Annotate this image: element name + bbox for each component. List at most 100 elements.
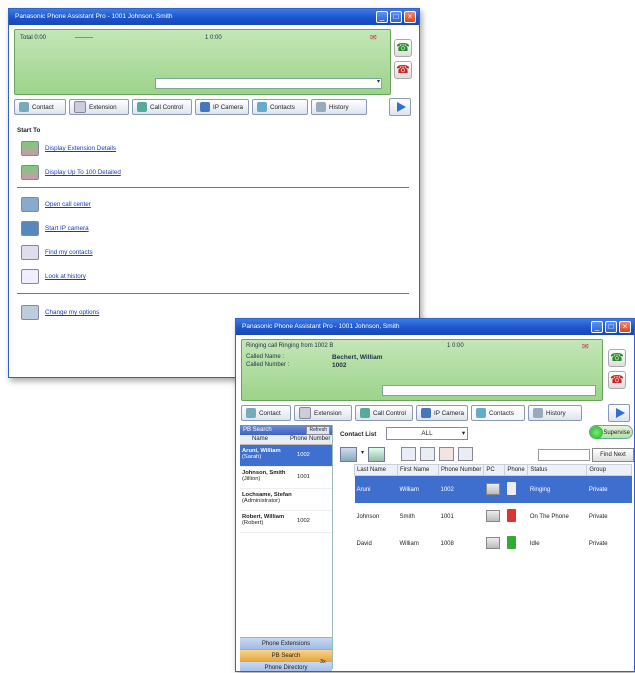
- column-header[interactable]: Group: [586, 464, 632, 476]
- tab-ip-camera[interactable]: IP Camera: [195, 99, 249, 115]
- edit-contact-icon[interactable]: [420, 447, 436, 461]
- toolbar: ▾: [340, 447, 474, 462]
- refresh-button[interactable]: Refresh: [306, 426, 330, 435]
- camera-icon: [200, 102, 210, 112]
- column-header[interactable]: Phone: [504, 464, 529, 476]
- next-button[interactable]: [389, 98, 411, 116]
- find-input[interactable]: [538, 449, 590, 461]
- name-column-header[interactable]: Name: [240, 435, 290, 444]
- caller-number-label: Called Number :: [246, 362, 290, 368]
- close-button[interactable]: ×: [404, 11, 416, 23]
- table-header: Last Name First Name Phone Number PC Pho…: [354, 464, 632, 476]
- column-header[interactable]: Last Name: [354, 464, 398, 476]
- column-header[interactable]: First Name: [397, 464, 439, 476]
- table-row[interactable]: David William 1008 Idle Private: [355, 530, 632, 557]
- tab-extension[interactable]: Extension: [69, 99, 129, 115]
- tab-call-control[interactable]: Call Control: [355, 405, 413, 421]
- main-window-front: Panasonic Phone Assistant Pro - 1001 Joh…: [235, 318, 635, 672]
- column-header[interactable]: Phone Number: [437, 464, 485, 476]
- task-item[interactable]: Display Extension Details: [21, 141, 116, 156]
- view-icon[interactable]: [340, 447, 357, 462]
- next-button[interactable]: [608, 404, 630, 422]
- list-item[interactable]: Aruni, William (Sarah) 1002: [240, 445, 332, 467]
- add-contact-icon[interactable]: [401, 447, 417, 461]
- contacts-icon: [257, 102, 267, 112]
- delete-contact-icon[interactable]: [439, 447, 455, 461]
- camera-icon: [21, 221, 39, 236]
- left-panel-header: PB Search Refresh: [240, 425, 332, 435]
- phone-column-header[interactable]: Phone Number: [290, 435, 332, 444]
- window-title: Panasonic Phone Assistant Pro - 1001 Joh…: [242, 323, 400, 330]
- title-bar[interactable]: Panasonic Phone Assistant Pro - 1001 Joh…: [9, 9, 419, 25]
- tab-history[interactable]: History: [528, 405, 582, 421]
- phone-directory-button[interactable]: Phone Directory: [240, 661, 332, 671]
- dropdown-arrow-icon[interactable]: ▾: [377, 78, 380, 85]
- extension-icon: [299, 407, 311, 419]
- supervise-button[interactable]: Supervise: [589, 425, 633, 439]
- caller-name-label: Called Name :: [246, 354, 285, 360]
- contacts-table: Last Name First Name Phone Number PC Pho…: [354, 464, 632, 557]
- left-panel: PB Search Refresh Name Phone Number Arun…: [240, 425, 333, 671]
- ringing-status: Ringing call Ringing from 1002 B: [246, 343, 334, 349]
- task-item[interactable]: Open call center: [21, 197, 91, 212]
- dash-text: ———: [75, 35, 93, 41]
- tab-contacts[interactable]: Contacts: [471, 405, 525, 421]
- list-item[interactable]: Robert, William (Robert) 1002: [240, 511, 332, 533]
- hangup-phone-icon[interactable]: ☎: [608, 371, 626, 389]
- tab-contact[interactable]: Contact: [241, 405, 291, 421]
- caller-number: 1002: [332, 362, 347, 369]
- chevron-down-icon[interactable]: ▾: [361, 447, 364, 462]
- history-icon: [316, 102, 326, 112]
- page-indicator: 3x: [320, 659, 326, 665]
- maximize-button[interactable]: □: [605, 321, 617, 333]
- answer-phone-icon[interactable]: ☎: [394, 39, 412, 57]
- tab-ip-camera[interactable]: IP Camera: [416, 405, 468, 421]
- task-item[interactable]: Start IP camera: [21, 221, 89, 236]
- task-item[interactable]: Find my contacts: [21, 245, 93, 260]
- tab-contacts[interactable]: Contacts: [252, 99, 308, 115]
- tab-history[interactable]: History: [311, 99, 367, 115]
- function-tabs: Contact Extension Call Control IP Camera…: [14, 99, 367, 115]
- close-button[interactable]: ×: [619, 321, 631, 333]
- column-header[interactable]: PC: [483, 464, 506, 476]
- contact-list-select[interactable]: ALL ▾: [386, 427, 468, 440]
- list-item[interactable]: Lochsame, Stefan (Administrator): [240, 489, 332, 511]
- find-next-button[interactable]: Find Next: [592, 448, 634, 462]
- phone-icon: [137, 102, 147, 112]
- mail-icon[interactable]: ✉: [370, 33, 377, 42]
- contact-icon: [246, 408, 256, 418]
- import-icon[interactable]: [458, 447, 474, 461]
- task-item[interactable]: Change my options: [21, 305, 99, 320]
- camera-icon: [421, 408, 431, 418]
- phone-ringing-icon: [506, 482, 516, 495]
- table-row[interactable]: Johnson Smith 1001 On The Phone Private: [355, 503, 632, 530]
- minimize-button[interactable]: _: [376, 11, 388, 23]
- options-icon: [21, 305, 39, 320]
- window-title: Panasonic Phone Assistant Pro - 1001 Joh…: [15, 13, 173, 20]
- hangup-phone-icon[interactable]: ☎: [394, 61, 412, 79]
- minimize-button[interactable]: _: [591, 321, 603, 333]
- list-item[interactable]: Johnson, Smith (Jillion) 1001: [240, 467, 332, 489]
- answer-phone-icon[interactable]: ☎: [608, 349, 626, 367]
- extension-icon: [74, 101, 86, 113]
- maximize-button[interactable]: □: [390, 11, 402, 23]
- task-item[interactable]: Display Up To 100 Detailed: [21, 165, 121, 180]
- pc-icon: [485, 536, 500, 549]
- title-bar[interactable]: Panasonic Phone Assistant Pro - 1001 Joh…: [236, 319, 634, 335]
- contacts-icon: [21, 245, 39, 260]
- history-icon: [21, 269, 39, 284]
- table-row[interactable]: Aruni William 1002 Ringing Private: [354, 475, 632, 503]
- caller-name: Bechert, William: [332, 354, 383, 361]
- edit-icon[interactable]: [368, 447, 386, 462]
- dial-input[interactable]: [155, 78, 382, 89]
- tab-contact[interactable]: Contact: [14, 99, 66, 115]
- mail-icon[interactable]: ✉: [582, 342, 589, 351]
- task-item[interactable]: Look at history: [21, 269, 86, 284]
- column-header[interactable]: Status: [527, 464, 588, 476]
- tab-extension[interactable]: Extension: [294, 405, 352, 421]
- line-time-label: 1 0:00: [205, 35, 222, 41]
- history-icon: [533, 408, 543, 418]
- idle-status-icon: [506, 536, 516, 549]
- tab-call-control[interactable]: Call Control: [132, 99, 192, 115]
- dial-input[interactable]: [382, 385, 596, 396]
